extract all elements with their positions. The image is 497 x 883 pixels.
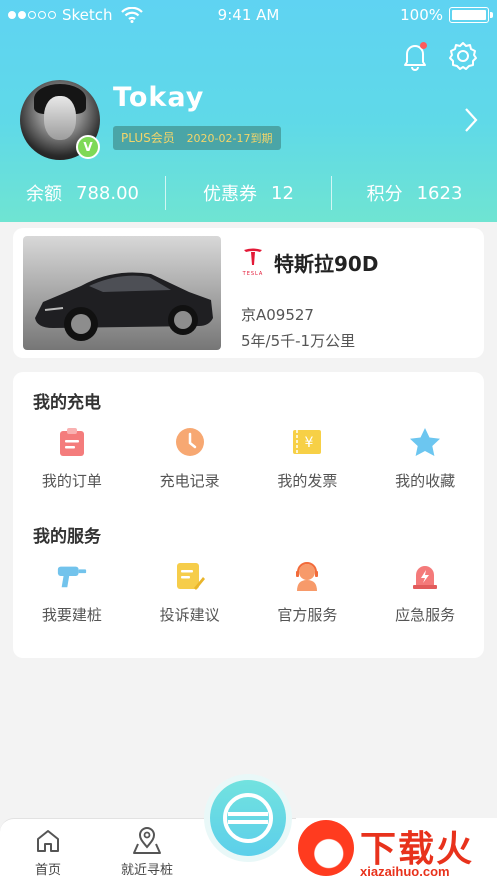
grid-item-label: 应急服务	[395, 606, 456, 624]
grid-item-label: 充电记录	[159, 472, 220, 490]
clipboard-icon	[59, 428, 84, 456]
svg-text:¥: ¥	[305, 435, 314, 451]
build-pile-button[interactable]: 我要建桩	[13, 560, 131, 625]
notification-button[interactable]	[399, 40, 431, 72]
services-grid: 我要建桩 投诉建议 官方服务 应急服务	[13, 560, 484, 625]
membership-level: PLUS会员	[121, 131, 175, 145]
my-favorites-button[interactable]: 我的收藏	[366, 426, 484, 491]
status-bar: Sketch 9:41 AM 100%	[0, 0, 497, 30]
grid-item-label: 我的订单	[41, 472, 102, 490]
tesla-t-icon	[244, 248, 262, 265]
invoice-icon: ¥	[293, 430, 322, 454]
my-orders-button[interactable]: 我的订单	[13, 426, 131, 491]
scan-charge-button[interactable]	[210, 780, 286, 856]
stat-label: 优惠券	[203, 184, 258, 205]
feedback-button[interactable]: 投诉建议	[131, 560, 249, 625]
clock-icon	[175, 428, 204, 456]
section-title-charging: 我的充电	[33, 393, 101, 413]
tab-home-label: 首页	[34, 863, 61, 878]
membership-expiry: 2020-02-17到期	[186, 132, 273, 145]
map-pin-icon	[133, 827, 161, 854]
account-stats: 余额 788.00 优惠券 12 积分 1623	[0, 176, 497, 210]
section-title-services: 我的服务	[33, 527, 101, 547]
official-service-button[interactable]: 官方服务	[249, 560, 367, 625]
stat-balance[interactable]: 余额 788.00	[0, 176, 166, 210]
stat-label: 余额	[26, 184, 62, 205]
gear-icon[interactable]	[447, 40, 479, 72]
notification-dot	[420, 42, 427, 49]
watermark: 下载火 xiazaihuo.com	[296, 818, 497, 883]
battery-status: 100%	[400, 6, 493, 24]
vehicle-card[interactable]: TESLA 特斯拉90D 京A09527 5年/5千-1万公里	[13, 228, 484, 358]
fire-logo-icon	[298, 820, 354, 876]
grid-item-label: 官方服务	[277, 606, 338, 624]
services-card: 我的充电 我的订单 充电记录 ¥ 我的发票 我的收藏 我的服务 我要建桩 投诉建…	[13, 372, 484, 658]
stat-value: 788.00	[76, 182, 139, 204]
grid-item-label: 我要建桩	[41, 606, 102, 624]
profile-header: Sketch 9:41 AM 100% V Tokay PLUS会员 2020-…	[0, 0, 497, 222]
stat-label: 积分	[366, 184, 403, 205]
battery-icon	[449, 7, 493, 23]
drill-icon	[57, 566, 86, 588]
car-warranty: 5年/5千-1万公里	[241, 332, 356, 350]
battery-percent: 100%	[400, 6, 443, 24]
verified-badge: V	[76, 135, 100, 159]
tesla-wordmark: TESLA	[242, 271, 264, 277]
membership-badge: PLUS会员 2020-02-17到期	[113, 126, 281, 150]
tesla-logo: TESLA	[241, 248, 265, 277]
grid-item-label: 我的发票	[277, 472, 338, 490]
grid-item-label: 我的收藏	[395, 472, 456, 490]
car-model: 特斯拉90D	[274, 252, 379, 276]
user-name[interactable]: Tokay	[113, 82, 204, 113]
header-actions	[399, 40, 479, 72]
tab-nearby-label: 就近寻桩	[121, 863, 174, 878]
stat-value: 1623	[416, 182, 463, 204]
home-icon	[37, 830, 59, 852]
tab-home[interactable]: 首页	[34, 827, 62, 878]
charger-plug-icon	[223, 793, 273, 843]
car-plate: 京A09527	[241, 306, 314, 324]
stat-coupons[interactable]: 优惠券 12	[166, 176, 332, 210]
charging-grid: 我的订单 充电记录 ¥ 我的发票 我的收藏	[13, 426, 484, 491]
watermark-url: xiazaihuo.com	[360, 864, 450, 879]
tab-nearby[interactable]: 就近寻桩	[121, 827, 173, 878]
my-invoices-button[interactable]: ¥ 我的发票	[249, 426, 367, 491]
emergency-icon	[413, 566, 438, 589]
stat-value: 12	[271, 182, 294, 204]
complaint-icon	[176, 563, 205, 590]
grid-item-label: 投诉建议	[159, 606, 220, 624]
chevron-right-icon[interactable]	[463, 106, 479, 134]
headset-icon	[296, 562, 319, 591]
stat-points[interactable]: 积分 1623	[332, 176, 497, 210]
emergency-service-button[interactable]: 应急服务	[366, 560, 484, 625]
charge-history-button[interactable]: 充电记录	[131, 426, 249, 491]
car-image	[23, 236, 221, 350]
star-icon	[410, 428, 441, 456]
